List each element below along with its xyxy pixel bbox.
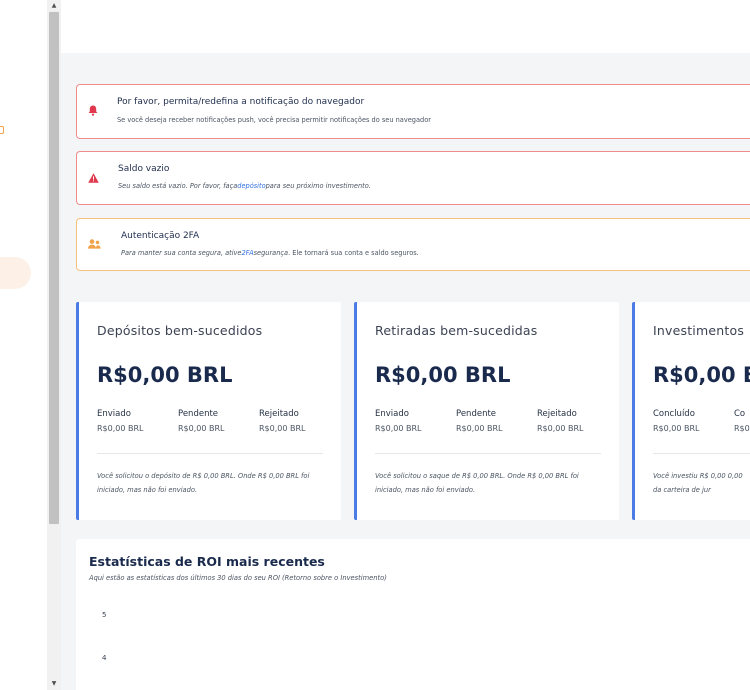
user-shield-icon: [88, 239, 102, 251]
scroll-down-arrow-icon[interactable]: ▼: [50, 680, 58, 688]
card-note: Você investiu R$ 0,00 0,00 da carteira d…: [653, 472, 743, 494]
deposit-link[interactable]: depósito: [237, 182, 265, 190]
withdrawals-card: Retiradas bem-sucedidas R$0,00 BRL Envia…: [354, 302, 619, 520]
column-label: Rejeitado: [259, 409, 299, 419]
column-value: R$0,00 BRL: [259, 424, 306, 433]
alert-text: Seu saldo está vazio. Por favor, façadep…: [118, 182, 371, 190]
scrollbar-thumb[interactable]: [49, 12, 59, 524]
bell-icon: [88, 105, 98, 118]
card-title: Retiradas bem-sucedidas: [375, 323, 538, 338]
divider: [375, 453, 601, 454]
column-label: Enviado: [375, 409, 409, 419]
card-title: Investimentos: [653, 323, 745, 338]
enable-2fa-link[interactable]: 2FA: [241, 249, 253, 257]
sidebar-icon[interactable]: [0, 126, 4, 134]
card-amount: R$0,00 BRL: [97, 363, 233, 387]
card-title: Depósitos bem-sucedidos: [97, 323, 263, 338]
top-header: [61, 0, 750, 53]
column-label: Concluído: [653, 409, 695, 419]
column-label: Enviado: [97, 409, 131, 419]
column-value: R$0,00 BRL: [375, 424, 422, 433]
alert-title: Autenticação 2FA: [121, 231, 200, 241]
sent-column: Enviado R$0,00 BRL: [375, 409, 422, 433]
y-tick-label: 5: [102, 611, 107, 619]
divider: [653, 453, 750, 454]
twofa-alert: Autenticação 2FA Para manter sua conta s…: [76, 218, 750, 271]
column-label: Pendente: [178, 409, 219, 419]
divider: [97, 453, 323, 454]
alert-title: Saldo vazio: [118, 164, 170, 174]
column-label: Rejeitado: [537, 409, 577, 419]
card-amount: R$0,00 B: [653, 363, 750, 387]
rejected-column: Rejeitado R$0,00 BRL: [259, 409, 306, 433]
sidebar-active-item[interactable]: [0, 257, 31, 289]
sent-column: Enviado R$0,00 BRL: [97, 409, 144, 433]
second-column: Co R$0: [734, 409, 750, 433]
column-value: R$0: [734, 424, 750, 433]
completed-column: Concluído R$0,00 BRL: [653, 409, 700, 433]
stats-title: Estatísticas de ROI mais recentes: [89, 554, 325, 569]
column-label: Co: [734, 409, 746, 419]
empty-balance-alert: Saldo vazio Seu saldo está vazio. Por fa…: [76, 151, 750, 205]
roi-stats-panel: Estatísticas de ROI mais recentes Aqui e…: [76, 539, 750, 690]
scroll-up-arrow-icon[interactable]: ▲: [50, 2, 58, 10]
column-value: R$0,00 BRL: [456, 424, 503, 433]
stats-subtitle: Aqui estão as estatísticas dos últimos 3…: [89, 574, 387, 582]
column-value: R$0,00 BRL: [178, 424, 225, 433]
alert-text: Para manter sua conta segura, ative2FAse…: [121, 249, 419, 257]
pending-column: Pendente R$0,00 BRL: [456, 409, 503, 433]
y-tick-label: 4: [102, 654, 107, 662]
card-note: Você solicitou o saque de R$ 0,00 BRL. O…: [375, 472, 579, 494]
alert-title: Por favor, permita/redefina a notificaçã…: [117, 97, 365, 107]
notification-alert: Por favor, permita/redefina a notificaçã…: [76, 84, 750, 139]
investments-card: Investimentos R$0,00 B Concluído R$0,00 …: [632, 302, 750, 520]
column-value: R$0,00 BRL: [537, 424, 584, 433]
column-label: Pendente: [456, 409, 497, 419]
card-amount: R$0,00 BRL: [375, 363, 511, 387]
rejected-column: Rejeitado R$0,00 BRL: [537, 409, 584, 433]
warning-icon: [88, 173, 99, 185]
pending-column: Pendente R$0,00 BRL: [178, 409, 225, 433]
sidebar: [0, 0, 47, 690]
card-note: Você solicitou o depósito de R$ 0,00 BRL…: [97, 472, 310, 494]
alert-text: Se você deseja receber notificações push…: [117, 116, 431, 124]
deposits-card: Depósitos bem-sucedidos R$0,00 BRL Envia…: [76, 302, 341, 520]
column-value: R$0,00 BRL: [653, 424, 700, 433]
column-value: R$0,00 BRL: [97, 424, 144, 433]
